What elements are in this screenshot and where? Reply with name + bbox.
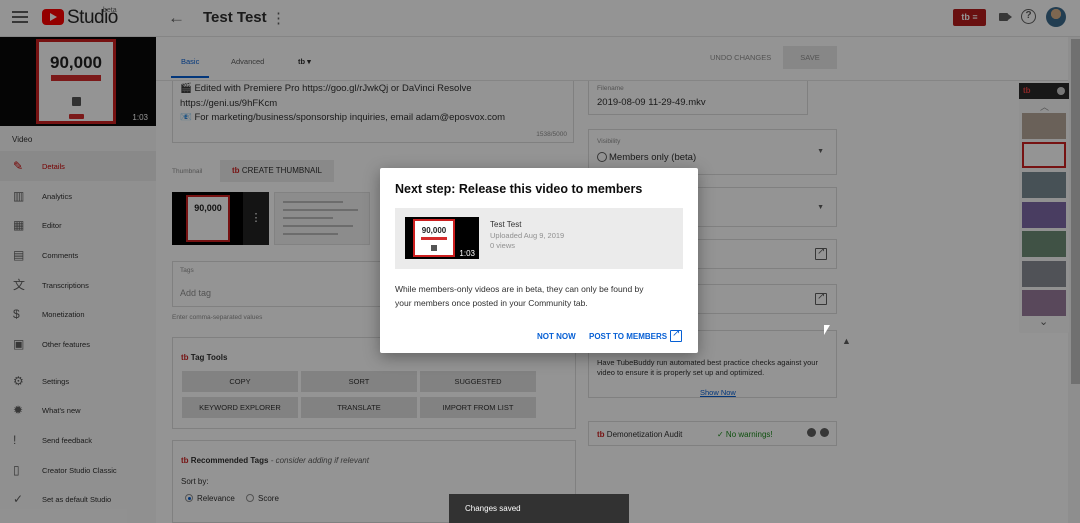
thumbnail-number: 90,000 (421, 226, 447, 235)
video-duration: 1:03 (457, 249, 477, 258)
mouse-cursor-icon (823, 324, 834, 337)
dialog-view-count: 0 views (490, 241, 516, 250)
snackbar: Changes saved (449, 494, 629, 523)
not-now-button[interactable]: NOT NOW (537, 332, 576, 341)
dialog-body-text: your members once posted in your Communi… (395, 298, 588, 308)
dialog-upload-date: Uploaded Aug 9, 2019 (490, 231, 565, 240)
dialog-body-text: While members-only videos are in beta, t… (395, 284, 644, 294)
snackbar-text: Changes saved (465, 504, 521, 513)
dialog-video-card: 90,000 1:03 Test Test Uploaded Aug 9, 20… (395, 208, 683, 269)
thumbnail-logo (431, 245, 437, 251)
dialog-video-thumbnail: 90,000 1:03 (405, 217, 479, 259)
thumbnail-card: 90,000 (413, 219, 455, 257)
thumbnail-banner (421, 237, 447, 240)
dialog-title: Next step: Release this video to members (395, 182, 643, 196)
dialog-video-title: Test Test (490, 220, 522, 229)
release-to-members-dialog: Next step: Release this video to members… (380, 168, 698, 353)
post-to-members-button[interactable]: POST TO MEMBERS (589, 332, 667, 341)
open-external-icon[interactable] (670, 328, 682, 342)
